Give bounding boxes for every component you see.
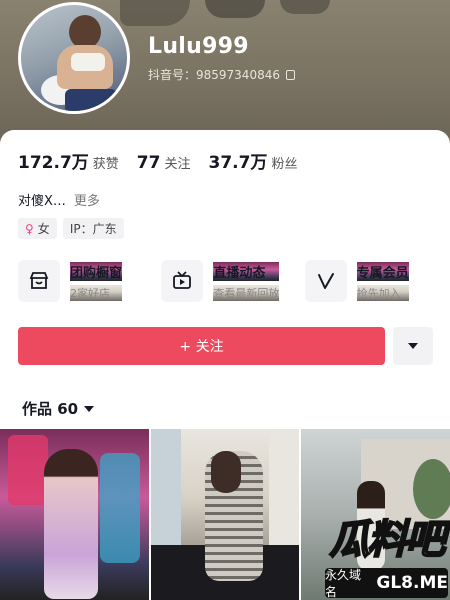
stat-label: 粉丝 bbox=[271, 157, 298, 172]
thumb-detail bbox=[413, 459, 450, 519]
bio-more-link[interactable]: 更多 bbox=[74, 190, 100, 209]
watermark-en: GL8.ME bbox=[376, 573, 448, 593]
store-icon bbox=[18, 260, 60, 302]
watermark-bar: 永久域名 GL8.ME bbox=[325, 568, 448, 599]
feature-title: 直播动态 bbox=[213, 261, 280, 281]
stat-followers[interactable]: 37.7万 粉丝 bbox=[208, 148, 297, 173]
avatar-detail bbox=[69, 15, 101, 49]
female-icon: ♀ bbox=[25, 221, 34, 236]
profile-tags: ♀ 女 IP：广东 bbox=[18, 218, 124, 239]
avatar-detail bbox=[71, 53, 105, 71]
follow-button[interactable]: + 关注 bbox=[18, 327, 385, 365]
video-thumbnail[interactable] bbox=[0, 429, 149, 600]
feature-row: 团购橱窗 2家好店 直播动态 查看最新回放 专属会员 抢先加入 bbox=[18, 260, 448, 302]
watermark-cn: 永久域名 bbox=[325, 568, 362, 599]
profile-page: Lulu999 抖音号：98597340846 172.7万 获赞 77 关注 … bbox=[0, 0, 450, 600]
ip-text: IP：广东 bbox=[69, 222, 117, 236]
thumb-detail bbox=[210, 451, 241, 493]
thumb-detail bbox=[8, 435, 48, 505]
works-label: 作品 60 bbox=[22, 400, 79, 418]
profile-stats: 172.7万 获赞 77 关注 37.7万 粉丝 bbox=[18, 148, 297, 173]
douyin-id-text: 抖音号：98597340846 bbox=[148, 68, 280, 82]
stat-number: 37.7万 bbox=[208, 153, 268, 173]
video-thumbnail[interactable] bbox=[150, 429, 300, 600]
feature-title: 团购橱窗 bbox=[70, 261, 123, 281]
feature-shop-window[interactable]: 团购橱窗 2家好店 bbox=[18, 260, 161, 302]
feature-subtitle: 查看最新回放 bbox=[213, 284, 280, 301]
watermark: 瓜料吧 永久域名 GL8.ME bbox=[325, 512, 448, 599]
watermark-title: 瓜料吧 bbox=[329, 516, 447, 564]
avatar-detail bbox=[65, 89, 117, 111]
copy-icon[interactable] bbox=[285, 69, 295, 80]
profile-banner: Lulu999 抖音号：98597340846 bbox=[0, 0, 450, 150]
ip-tag: IP：广东 bbox=[62, 218, 124, 239]
vip-v-icon bbox=[304, 260, 347, 302]
gender-text: 女 bbox=[37, 222, 50, 236]
bio-text: 对傻X… bbox=[18, 194, 66, 209]
stat-label: 关注 bbox=[164, 157, 191, 172]
feature-membership[interactable]: 专属会员 抢先加入 bbox=[304, 260, 448, 302]
feature-subtitle: 2家好店 bbox=[70, 284, 123, 301]
stat-number: 77 bbox=[136, 153, 161, 173]
douyin-id[interactable]: 抖音号：98597340846 bbox=[148, 66, 295, 83]
feature-title: 专属会员 bbox=[356, 261, 409, 281]
bio: 对傻X… 更多 bbox=[18, 190, 100, 209]
tab-works[interactable]: 作品 60 bbox=[22, 398, 95, 419]
thumb-detail bbox=[44, 449, 98, 599]
thumb-detail bbox=[150, 429, 181, 549]
feature-live[interactable]: 直播动态 查看最新回放 bbox=[161, 260, 304, 302]
chevron-down-icon bbox=[84, 405, 95, 412]
banner-decoration bbox=[120, 0, 190, 26]
banner-decoration bbox=[205, 0, 265, 18]
avatar[interactable] bbox=[18, 2, 130, 114]
banner-decoration bbox=[280, 0, 330, 14]
chevron-down-icon bbox=[408, 343, 418, 349]
gender-tag: ♀ 女 bbox=[18, 218, 57, 239]
feature-subtitle: 抢先加入 bbox=[356, 284, 409, 301]
profile-name: Lulu999 bbox=[148, 34, 249, 59]
stat-label: 获赞 bbox=[92, 157, 119, 172]
live-tv-icon bbox=[161, 260, 204, 302]
stat-likes[interactable]: 172.7万 获赞 bbox=[18, 148, 119, 173]
stat-number: 172.7万 bbox=[18, 153, 89, 173]
stat-following[interactable]: 77 关注 bbox=[137, 153, 191, 173]
thumb-detail bbox=[100, 453, 140, 563]
more-options-button[interactable] bbox=[393, 327, 433, 365]
